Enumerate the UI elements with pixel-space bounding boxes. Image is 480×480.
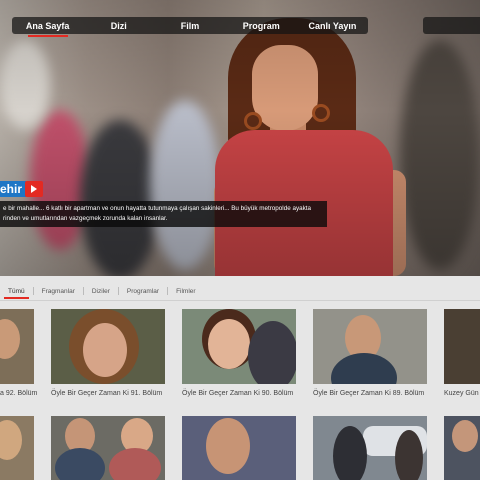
- thumb-body: [331, 353, 397, 384]
- synopsis-line-2: rinden ve umutlarından vazgeçmek zorunda…: [3, 215, 168, 222]
- episode-thumbnail[interactable]: [444, 416, 480, 480]
- thumb-figure: [248, 321, 296, 384]
- thumb-figure: [0, 319, 20, 359]
- episode-thumbnail-92[interactable]: [0, 309, 34, 384]
- episode-thumbnail-91[interactable]: [51, 309, 165, 384]
- synopsis-line-1: e bir mahalle... 6 katlı bir apartman ve…: [3, 205, 312, 212]
- nav-program[interactable]: Program: [226, 21, 297, 31]
- thumb-figure: [0, 420, 22, 460]
- content-filter-tabs: Tümü Fragmanlar Diziler Programlar Filml…: [0, 283, 480, 299]
- episode-thumbnail[interactable]: [51, 416, 165, 480]
- thumb-face: [83, 323, 127, 377]
- nav-dizi[interactable]: Dizi: [83, 21, 154, 31]
- thumb-face: [452, 420, 478, 452]
- tab-filmler[interactable]: Filmler: [168, 288, 204, 295]
- thumb-body: [109, 448, 161, 480]
- thumb-face: [208, 319, 250, 369]
- hero-overlay: [0, 0, 480, 276]
- tab-fragmanlar[interactable]: Fragmanlar: [34, 288, 83, 295]
- episode-thumbnail-kuzey[interactable]: [444, 309, 480, 384]
- tab-tumu[interactable]: Tümü: [0, 288, 33, 299]
- thumb-figure: [395, 430, 423, 480]
- episode-thumbnail[interactable]: [182, 416, 296, 480]
- episode-title[interactable]: Öyle Bir Geçer Zaman Ki 91. Bölüm: [51, 390, 162, 397]
- thumb-body: [55, 448, 105, 480]
- episode-thumbnail-90[interactable]: [182, 309, 296, 384]
- play-icon: [31, 185, 37, 193]
- episode-thumbnail[interactable]: [313, 416, 427, 480]
- thumb-face: [206, 418, 250, 474]
- episode-title[interactable]: a 92. Bölüm: [0, 390, 37, 397]
- tab-diziler[interactable]: Diziler: [84, 288, 118, 295]
- search-input[interactable]: [423, 17, 480, 34]
- hero-banner[interactable]: [0, 0, 480, 276]
- episode-title[interactable]: Kuzey Gün: [444, 390, 479, 397]
- episode-thumbnail-89[interactable]: [313, 309, 427, 384]
- nav-canli-yayin[interactable]: Canlı Yayın: [297, 21, 368, 31]
- filter-underline: [0, 300, 480, 301]
- nav-film[interactable]: Film: [154, 21, 225, 31]
- top-navigation: Ana Sayfa Dizi Film Program Canlı Yayın: [12, 17, 368, 34]
- episode-thumbnail[interactable]: [0, 416, 34, 480]
- nav-ana-sayfa[interactable]: Ana Sayfa: [12, 21, 83, 31]
- tab-programlar[interactable]: Programlar: [119, 288, 167, 295]
- thumb-figure: [333, 426, 367, 480]
- episode-title[interactable]: Öyle Bir Geçer Zaman Ki 89. Bölüm: [313, 390, 424, 397]
- show-synopsis: e bir mahalle... 6 katlı bir apartman ve…: [0, 201, 327, 227]
- play-button[interactable]: [25, 181, 43, 197]
- show-title[interactable]: ehir: [0, 181, 27, 197]
- episode-title[interactable]: Öyle Bir Geçer Zaman Ki 90. Bölüm: [182, 390, 293, 397]
